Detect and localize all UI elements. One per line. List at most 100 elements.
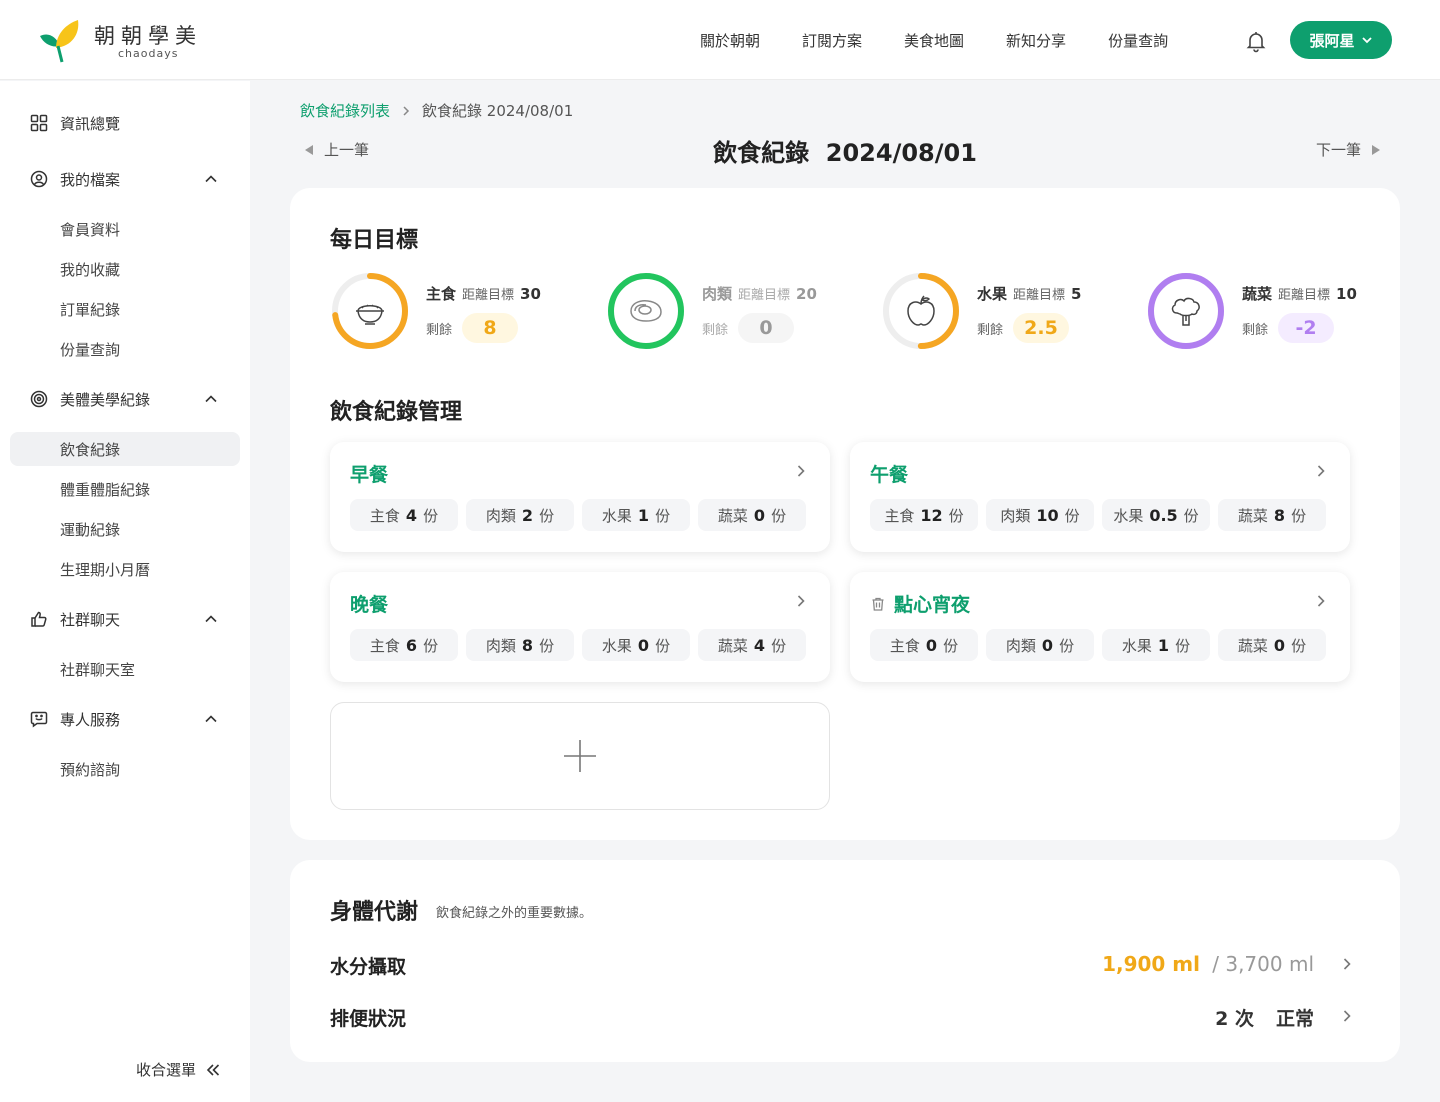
sidebar-group-community[interactable]: 社群聊天 [30, 607, 220, 631]
goal-name: 主食 [426, 285, 457, 303]
user-menu-button[interactable]: 張阿星 [1290, 21, 1392, 59]
chevron-right-icon[interactable] [1340, 957, 1354, 971]
tag-category: 蔬菜 [1237, 636, 1268, 655]
chevron-right-icon [797, 595, 805, 607]
goal-dist-label: 距離目標 [738, 288, 791, 303]
plus-icon [564, 740, 596, 772]
spiral-icon [30, 390, 48, 408]
goal-dist-label: 距離目標 [1013, 288, 1066, 303]
sidebar-item-period[interactable]: 生理期小月曆 [60, 559, 150, 580]
tag-unit: 份 [771, 506, 787, 525]
sidebar-group-label: 美體美學紀錄 [60, 390, 151, 409]
bowel-summary: 2 次 正常 [1215, 1004, 1314, 1031]
nav-food-map[interactable]: 美食地圖 [904, 30, 964, 51]
tag-unit: 份 [1291, 506, 1307, 525]
meal-tag: 主食 0 份 [870, 629, 978, 661]
meal-tag: 蔬菜 0 份 [1218, 629, 1326, 661]
tag-unit: 份 [1183, 506, 1199, 525]
sidebar-item-portion[interactable]: 份量查詢 [60, 339, 120, 360]
tag-category: 主食 [884, 506, 915, 525]
sidebar-group-label: 專人服務 [60, 710, 121, 729]
sidebar-item-booking[interactable]: 預約諮詢 [60, 759, 120, 780]
tag-category: 主食 [369, 636, 400, 655]
bowel-label: 排便狀況 [330, 1008, 407, 1030]
bowel-count: 2 次 [1215, 1008, 1254, 1030]
goal-ring [881, 271, 961, 351]
sidebar-item-favorites[interactable]: 我的收藏 [60, 259, 120, 280]
sidebar-group-service[interactable]: 專人服務 [30, 707, 220, 731]
sidebar-group-profile[interactable]: 我的檔案 [30, 167, 220, 191]
meal-tag: 主食 6 份 [350, 629, 458, 661]
sidebar-item-weight[interactable]: 體重體脂紀錄 [60, 479, 150, 500]
sidebar-item-orders[interactable]: 訂單紀錄 [60, 299, 120, 320]
goal-rem-label: 剩餘 [426, 322, 453, 338]
tag-value: 0.5 [1149, 505, 1178, 525]
tag-category: 水果 [601, 636, 632, 655]
nav-about[interactable]: 關於朝朝 [700, 30, 760, 51]
steak-icon [630, 300, 662, 322]
meal-tag: 肉類 2 份 [466, 499, 574, 531]
tag-value: 0 [1041, 635, 1054, 655]
meal-name: 午餐 [870, 464, 909, 486]
breadcrumb-parent[interactable]: 飲食紀錄列表 [300, 100, 390, 121]
nav-news[interactable]: 新知分享 [1006, 30, 1066, 51]
sidebar-item-member[interactable]: 會員資料 [60, 219, 120, 240]
sidebar-group-label: 社群聊天 [60, 610, 121, 629]
goal-rem-label: 剩餘 [1242, 322, 1269, 338]
goal-target: 20 [796, 285, 817, 303]
chevron-up-icon [205, 615, 217, 623]
tag-value: 2 [521, 505, 534, 525]
sidebar-item-chatroom[interactable]: 社群聊天室 [60, 659, 135, 680]
metabolism-title: 身體代謝 [330, 900, 419, 925]
meal-card-lunch[interactable]: 午餐 主食 12 份 肉類 10 份 水果 0.5 份 蔬菜 8 份 [850, 442, 1350, 552]
chevron-up-icon [205, 175, 217, 183]
sidebar-item-exercise[interactable]: 運動紀錄 [60, 519, 120, 540]
goal-dist-label: 距離目標 [462, 288, 515, 303]
chevron-right-icon[interactable] [1340, 1009, 1354, 1023]
user-name: 張阿星 [1309, 31, 1355, 50]
tag-category: 肉類 [485, 636, 516, 655]
meal-name: 早餐 [350, 464, 389, 486]
collapse-label: 收合選單 [136, 1061, 197, 1079]
apple-icon [907, 295, 935, 326]
next-label: 下一筆 [1316, 141, 1362, 159]
goal-target: 10 [1336, 285, 1357, 303]
meal-tags: 主食 4 份 肉類 2 份 水果 1 份 蔬菜 0 份 [350, 499, 806, 531]
meal-card-breakfast[interactable]: 早餐 主食 4 份 肉類 2 份 水果 1 份 蔬菜 0 份 [330, 442, 830, 552]
sidebar-item-overview[interactable]: 資訊總覽 [30, 111, 220, 135]
goal-name: 蔬菜 [1242, 285, 1273, 303]
meal-tag: 水果 0 份 [582, 629, 690, 661]
brand-logo[interactable]: 朝朝學美 chaodays [38, 18, 218, 64]
meal-tags: 主食 6 份 肉類 8 份 水果 0 份 蔬菜 4 份 [350, 629, 806, 661]
page-title: 飲食紀錄 2024/08/01 [713, 139, 977, 167]
nav-plans[interactable]: 訂閱方案 [802, 30, 862, 51]
bowel-status: 正常 [1275, 1008, 1314, 1030]
nav-portion[interactable]: 份量查詢 [1108, 30, 1168, 51]
sidebar: 資訊總覽 我的檔案 會員資料 我的收藏 訂單紀錄 份量查詢 美體美學紀錄 飲食紀… [0, 81, 250, 1102]
goal-remaining: 2.5 [1013, 313, 1070, 343]
collapse-menu-button[interactable]: 收合選單 [136, 1059, 220, 1080]
tag-value: 6 [405, 635, 418, 655]
metabolism-card: 身體代謝 飲食紀錄之外的重要數據。 水分攝取 1,900 ml / 3,700 … [290, 860, 1400, 1062]
thumbs-up-icon [30, 610, 48, 628]
sidebar-group-beauty[interactable]: 美體美學紀錄 [30, 387, 220, 411]
trash-icon[interactable] [870, 596, 886, 612]
tag-value: 4 [753, 635, 766, 655]
next-record-button[interactable]: 下一筆 [1316, 139, 1381, 160]
tag-category: 水果 [1121, 636, 1152, 655]
tag-unit: 份 [1064, 506, 1080, 525]
meal-card-snack[interactable]: 點心宵夜 主食 0 份 肉類 0 份 水果 1 份 蔬菜 0 份 [850, 572, 1350, 682]
chevron-right-icon [1317, 465, 1325, 477]
goal-name: 肉類 [702, 285, 733, 303]
meal-tag: 水果 1 份 [1102, 629, 1210, 661]
goal-rem-label: 剩餘 [702, 322, 729, 338]
meal-card-dinner[interactable]: 晚餐 主食 6 份 肉類 8 份 水果 0 份 蔬菜 4 份 [330, 572, 830, 682]
bell-icon[interactable] [1244, 29, 1268, 53]
meal-tag: 蔬菜 8 份 [1218, 499, 1326, 531]
goal-remaining: -2 [1278, 313, 1335, 343]
add-meal-button[interactable] [330, 702, 830, 810]
tag-unit: 份 [539, 636, 555, 655]
tag-category: 主食 [369, 506, 400, 525]
sidebar-item-diet[interactable]: 飲食紀錄 [60, 439, 120, 460]
tag-value: 12 [920, 505, 943, 525]
